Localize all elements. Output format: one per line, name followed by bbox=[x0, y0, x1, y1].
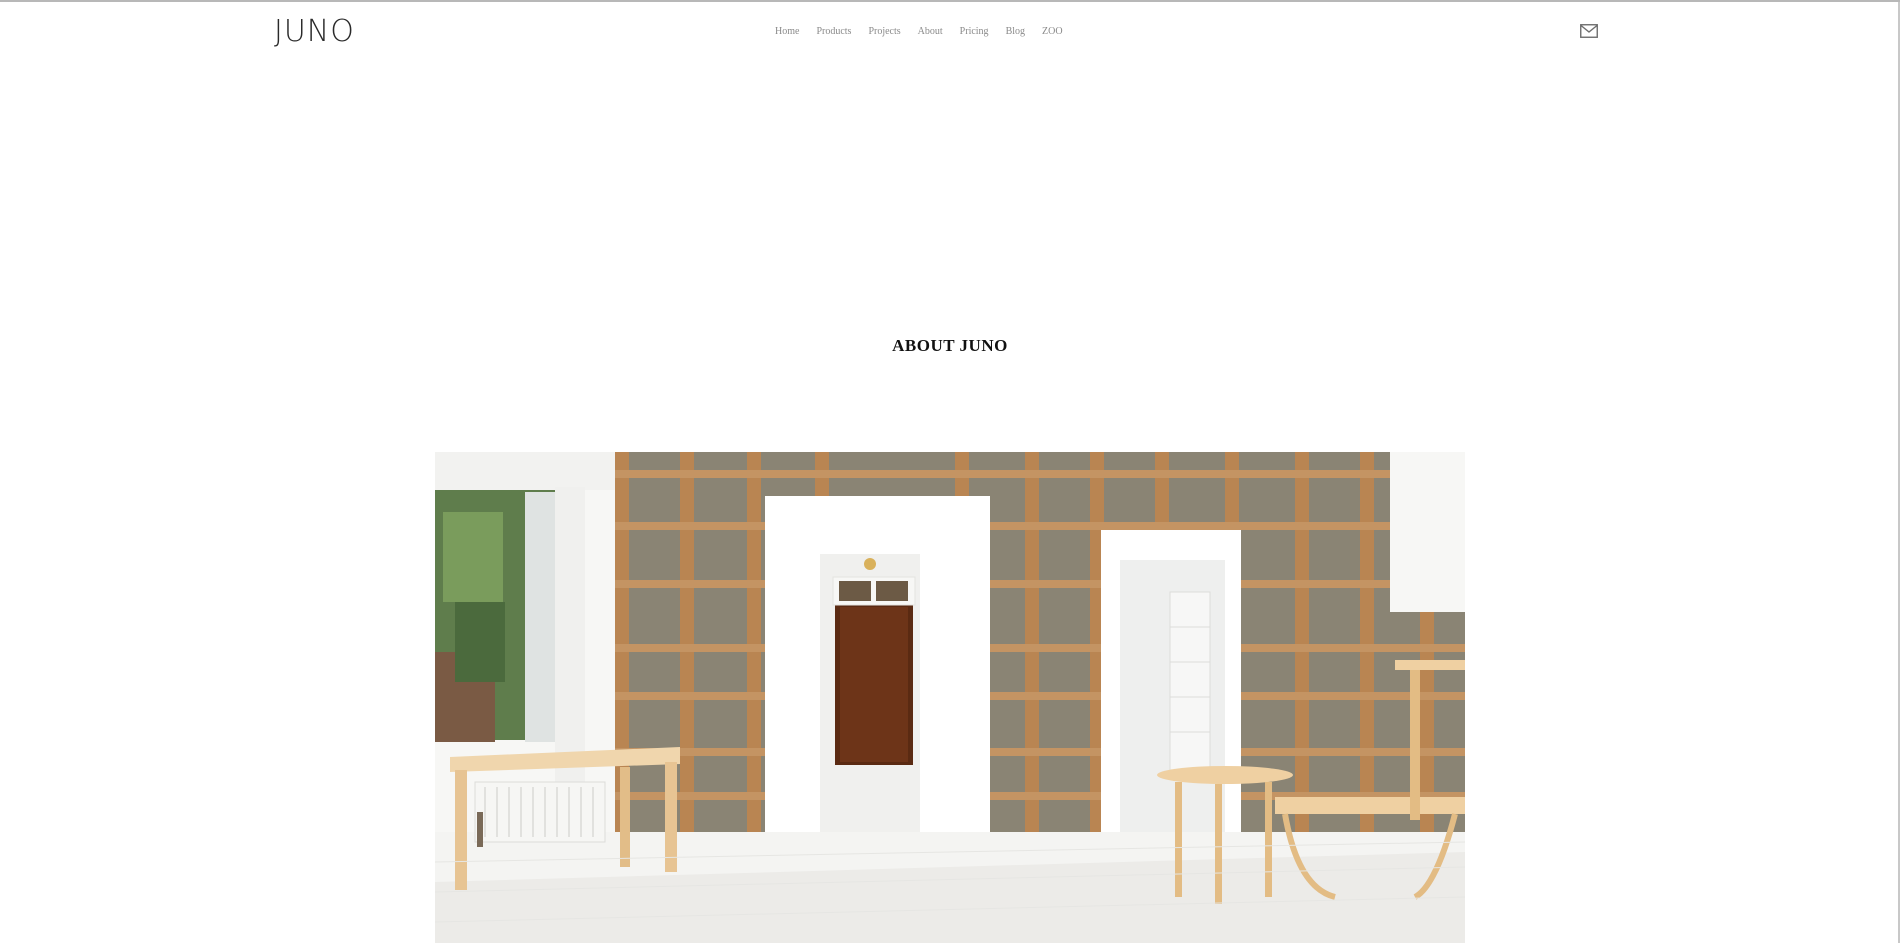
nav-item-blog[interactable]: Blog bbox=[1006, 26, 1025, 37]
page-title: ABOUT JUNO bbox=[892, 336, 1008, 355]
nav-item-about[interactable]: About bbox=[918, 26, 943, 37]
page: JUNO Home Products Projects About Pricin… bbox=[0, 0, 1900, 943]
nav-item-pricing[interactable]: Pricing bbox=[960, 26, 989, 37]
nav-item-products[interactable]: Products bbox=[816, 26, 851, 37]
about-hero-image bbox=[435, 452, 1465, 943]
nav-item-projects[interactable]: Projects bbox=[868, 26, 900, 37]
envelope-icon[interactable] bbox=[1580, 24, 1598, 38]
site-header: JUNO Home Products Projects About Pricin… bbox=[0, 2, 1900, 66]
main-nav: Home Products Projects About Pricing Blo… bbox=[775, 26, 1063, 37]
site-logo[interactable]: JUNO bbox=[274, 14, 355, 49]
nav-item-home[interactable]: Home bbox=[775, 26, 799, 37]
nav-item-zoo[interactable]: ZOO bbox=[1042, 26, 1063, 37]
